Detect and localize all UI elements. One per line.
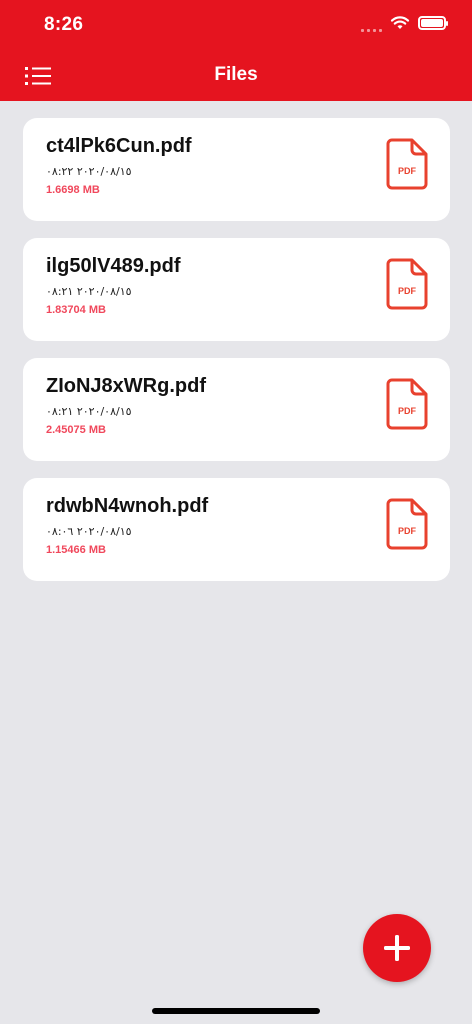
file-name: ZIoNJ8xWRg.pdf bbox=[46, 375, 206, 397]
file-name: ilg50lV489.pdf bbox=[46, 255, 181, 277]
file-name: rdwbN4wnoh.pdf bbox=[46, 495, 209, 517]
file-date: ٢٠٢٠/٠٨/١٥ ٠٨:٢٢ bbox=[46, 165, 132, 178]
file-card[interactable]: ct4lPk6Cun.pdf ٢٠٢٠/٠٨/١٥ ٠٨:٢٢ 1.6698 M… bbox=[23, 118, 450, 221]
app-header: 8:26 Files bbox=[0, 0, 472, 101]
file-card[interactable]: ilg50lV489.pdf ٢٠٢٠/٠٨/١٥ ٠٨:٢١ 1.83704 … bbox=[23, 238, 450, 341]
file-date: ٢٠٢٠/٠٨/١٥ ٠٨:٢١ bbox=[46, 285, 132, 298]
file-size: 1.15466 MB bbox=[46, 544, 106, 556]
file-list: ct4lPk6Cun.pdf ٢٠٢٠/٠٨/١٥ ٠٨:٢٢ 1.6698 M… bbox=[23, 118, 450, 598]
status-time: 8:26 bbox=[44, 14, 84, 35]
file-size: 1.6698 MB bbox=[46, 184, 100, 196]
add-file-button[interactable] bbox=[363, 914, 431, 982]
cellular-signal-icon bbox=[361, 20, 382, 32]
svg-text:PDF: PDF bbox=[398, 526, 417, 536]
status-indicators bbox=[361, 14, 448, 32]
pdf-file-icon: PDF bbox=[386, 378, 428, 430]
file-date: ٢٠٢٠/٠٨/١٥ ٠٨:٢١ bbox=[46, 405, 132, 418]
pdf-file-icon: PDF bbox=[386, 138, 428, 190]
svg-text:PDF: PDF bbox=[398, 406, 417, 416]
wifi-icon bbox=[390, 16, 410, 29]
file-size: 2.45075 MB bbox=[46, 424, 106, 436]
pdf-file-icon: PDF bbox=[386, 258, 428, 310]
file-name: ct4lPk6Cun.pdf bbox=[46, 135, 192, 157]
battery-icon bbox=[418, 16, 448, 30]
file-size: 1.83704 MB bbox=[46, 304, 106, 316]
svg-text:PDF: PDF bbox=[398, 286, 417, 296]
file-card[interactable]: ZIoNJ8xWRg.pdf ٢٠٢٠/٠٨/١٥ ٠٨:٢١ 2.45075 … bbox=[23, 358, 450, 461]
home-indicator bbox=[152, 1008, 320, 1014]
file-date: ٢٠٢٠/٠٨/١٥ ٠٨:٠٦ bbox=[46, 525, 132, 538]
page-title: Files bbox=[214, 64, 258, 85]
pdf-file-icon: PDF bbox=[386, 498, 428, 550]
file-card[interactable]: rdwbN4wnoh.pdf ٢٠٢٠/٠٨/١٥ ٠٨:٠٦ 1.15466 … bbox=[23, 478, 450, 581]
svg-text:PDF: PDF bbox=[398, 166, 417, 176]
plus-icon bbox=[384, 935, 410, 961]
